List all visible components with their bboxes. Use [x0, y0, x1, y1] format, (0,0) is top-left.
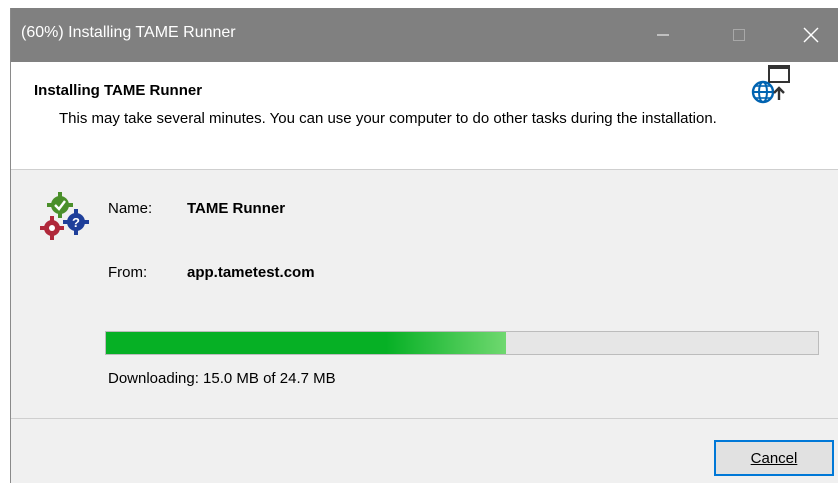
name-label: Name: [108, 200, 153, 217]
cancel-button-label: Cancel [750, 449, 798, 467]
cancel-button[interactable]: Cancel [714, 440, 834, 476]
content-area: ? Name: TAME Runner From: app.tametest.c… [11, 170, 838, 418]
download-status: Downloading: 15.0 MB of 24.7 MB [108, 370, 336, 387]
globe-install-icon [751, 65, 790, 104]
progress-fill [106, 332, 506, 354]
window-title: (60%) Installing TAME Runner [21, 24, 236, 41]
installer-window: (60%) Installing TAME Runner Installing … [10, 8, 838, 483]
progress-bar [105, 331, 819, 355]
minimize-icon [657, 34, 669, 36]
name-value: TAME Runner [187, 200, 286, 217]
from-label: From: [108, 264, 148, 281]
gears-question-icon: ? [40, 192, 89, 240]
svg-text:?: ? [72, 215, 80, 230]
close-icon [803, 27, 819, 43]
title-bar[interactable]: (60%) Installing TAME Runner [11, 8, 838, 62]
header-panel: Installing TAME Runner This may take sev… [11, 62, 838, 170]
close-button[interactable] [783, 8, 838, 62]
maximize-icon [733, 29, 745, 41]
header-description: This may take several minutes. You can u… [59, 110, 717, 127]
minimize-button[interactable] [635, 8, 691, 62]
from-value: app.tametest.com [187, 264, 315, 281]
footer-divider [11, 418, 838, 419]
maximize-button [711, 8, 767, 62]
header-title: Installing TAME Runner [34, 82, 203, 99]
